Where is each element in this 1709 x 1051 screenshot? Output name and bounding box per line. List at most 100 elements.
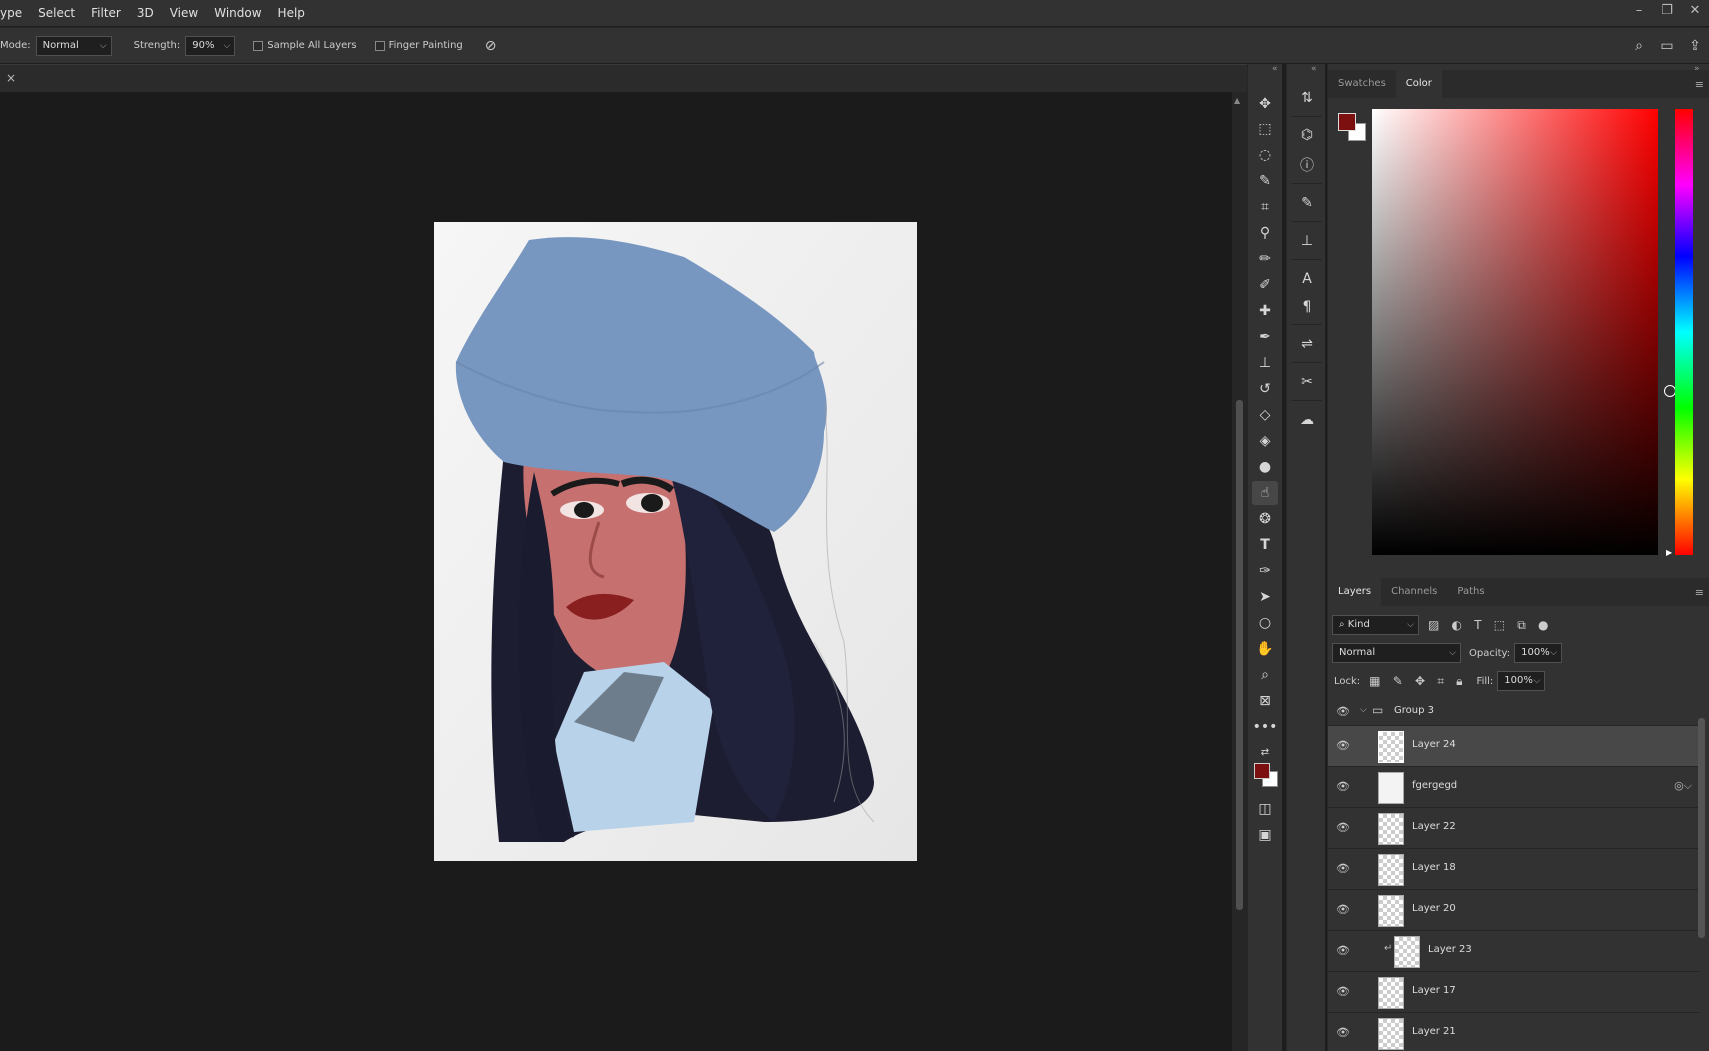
eye-icon[interactable]: 👁︎ bbox=[1336, 862, 1350, 875]
pressure-icon[interactable]: ⊘ bbox=[485, 38, 497, 54]
layer-group-row[interactable]: 👁︎ ⌵ ▭ Group 3 bbox=[1328, 698, 1700, 726]
layer-row[interactable]: 👁︎ Layer 18 bbox=[1328, 849, 1700, 890]
tab-swatches[interactable]: Swatches bbox=[1328, 70, 1396, 98]
eye-icon[interactable]: 👁︎ bbox=[1336, 780, 1350, 793]
menu-window[interactable]: Window bbox=[206, 0, 269, 26]
screen-mode-icon[interactable]: ▣ bbox=[1252, 823, 1278, 847]
zoom-icon[interactable]: ⌕ bbox=[1252, 663, 1278, 687]
swap-colors-icon[interactable]: ⇄ bbox=[1252, 740, 1278, 764]
collapse-arrows-icon[interactable]: « bbox=[1311, 64, 1317, 74]
sample-all-layers-checkbox[interactable] bbox=[253, 40, 264, 51]
tab-color[interactable]: Color bbox=[1395, 70, 1442, 98]
type-icon[interactable]: T bbox=[1252, 533, 1278, 557]
healing-icon[interactable]: ✚ bbox=[1252, 299, 1278, 323]
scrollbar-thumb[interactable] bbox=[1698, 718, 1705, 938]
search-icon[interactable]: ⌕ bbox=[1625, 38, 1653, 54]
bucket-icon[interactable]: ◈ bbox=[1252, 429, 1278, 453]
quick-select-icon[interactable]: ✎ bbox=[1252, 169, 1278, 193]
filter-type-icon[interactable]: T bbox=[1474, 618, 1481, 632]
history-brush-icon[interactable]: ↺ bbox=[1252, 377, 1278, 401]
lock-artboard-icon[interactable]: ⌗ bbox=[1437, 674, 1444, 688]
brush-settings-icon[interactable]: ✎ bbox=[1295, 191, 1319, 215]
blur-icon[interactable]: ● bbox=[1252, 455, 1278, 479]
stamp-icon[interactable]: ⊥ bbox=[1252, 351, 1278, 375]
mixer-brush-icon[interactable]: ✒ bbox=[1252, 325, 1278, 349]
filter-toggle-icon[interactable]: ● bbox=[1538, 618, 1548, 632]
smudge-icon[interactable]: ☝ bbox=[1252, 481, 1278, 505]
collapse-arrows-icon[interactable]: « bbox=[1272, 64, 1278, 74]
ellipse-icon[interactable]: ○ bbox=[1252, 611, 1278, 635]
restore-button[interactable]: ❐ bbox=[1653, 0, 1681, 26]
info-icon[interactable]: ⓘ bbox=[1295, 153, 1319, 177]
smart-filter-icon[interactable]: ◎⌵ bbox=[1674, 779, 1692, 793]
scroll-up-icon[interactable]: ▲ bbox=[1234, 96, 1240, 105]
marquee-icon[interactable]: ⬚ bbox=[1252, 117, 1278, 141]
quick-mask-icon[interactable]: ◫ bbox=[1252, 797, 1278, 821]
mode-dropdown[interactable]: Normal ⌵ bbox=[35, 35, 112, 56]
filter-smart-object-icon[interactable]: ⧉ bbox=[1517, 618, 1526, 632]
canvas-vertical-scrollbar[interactable]: ▲ bbox=[1232, 92, 1247, 1051]
adjustments-icon[interactable]: ⇌ bbox=[1295, 332, 1319, 356]
panel-menu-icon[interactable]: ≡ bbox=[1695, 78, 1704, 91]
layer-row[interactable]: 👁︎ Layer 24 bbox=[1328, 726, 1700, 767]
hue-slider[interactable] bbox=[1675, 109, 1693, 555]
blend-mode-dropdown[interactable]: Normal ⌵ bbox=[1332, 643, 1461, 663]
strength-field[interactable]: 90% ⌵ bbox=[185, 35, 236, 56]
hue-slider-marker[interactable]: ▶ bbox=[1666, 548, 1672, 557]
pencil-icon[interactable]: ✐ bbox=[1252, 273, 1278, 297]
layers-scrollbar[interactable] bbox=[1697, 706, 1706, 1006]
foreground-color-swatch[interactable] bbox=[1254, 763, 1270, 779]
lock-image-icon[interactable]: ✎ bbox=[1393, 674, 1403, 688]
color-picker-field[interactable] bbox=[1372, 109, 1676, 555]
tab-channels[interactable]: Channels bbox=[1381, 578, 1447, 606]
close-button[interactable]: ✕ bbox=[1681, 0, 1709, 26]
frame-icon[interactable]: ⊠ bbox=[1252, 689, 1278, 713]
eye-icon[interactable]: 👁︎ bbox=[1336, 739, 1350, 752]
libraries-icon[interactable]: ☁ bbox=[1295, 408, 1319, 432]
menu-help[interactable]: Help bbox=[270, 0, 313, 26]
menu-filter[interactable]: Filter bbox=[83, 0, 129, 26]
paragraph-icon[interactable]: ¶ bbox=[1295, 295, 1319, 319]
menu-view[interactable]: View bbox=[162, 0, 206, 26]
finger-painting-checkbox[interactable] bbox=[374, 40, 385, 51]
layer-filter-dropdown[interactable]: ⌕ Kind ⌵ bbox=[1332, 615, 1419, 635]
layer-row[interactable]: 👁︎ Layer 21 bbox=[1328, 1013, 1700, 1051]
menu-type[interactable]: ype bbox=[0, 0, 30, 26]
eye-icon[interactable]: 👁︎ bbox=[1336, 1026, 1350, 1039]
more-icon[interactable]: ••• bbox=[1252, 715, 1278, 739]
3d-icon[interactable]: ⌬ bbox=[1295, 123, 1319, 147]
crop-icon[interactable]: ⌗ bbox=[1252, 195, 1278, 219]
opacity-field[interactable]: 100% ⌵ bbox=[1514, 643, 1563, 663]
tool-presets-icon[interactable]: ✂ bbox=[1295, 370, 1319, 394]
lock-transparent-icon[interactable]: ▦ bbox=[1369, 674, 1380, 688]
brush-icon[interactable]: ✏ bbox=[1252, 247, 1278, 271]
canvas-area[interactable] bbox=[0, 92, 1232, 1051]
share-icon[interactable]: ⇪ bbox=[1681, 38, 1709, 54]
eye-icon[interactable]: 👁︎ bbox=[1336, 903, 1350, 916]
sponge-icon[interactable]: ❂ bbox=[1252, 507, 1278, 531]
menu-3d[interactable]: 3D bbox=[129, 0, 162, 26]
workspace-icon[interactable]: ▭ bbox=[1653, 38, 1681, 54]
pen-icon[interactable]: ✑ bbox=[1252, 559, 1278, 583]
close-icon[interactable]: × bbox=[6, 71, 16, 85]
layer-row[interactable]: 👁︎ ↵ Layer 23 bbox=[1328, 931, 1700, 972]
eye-icon[interactable]: 👁︎ bbox=[1336, 944, 1350, 957]
fill-field[interactable]: 100% ⌵ bbox=[1497, 671, 1546, 691]
scrollbar-thumb[interactable] bbox=[1236, 400, 1243, 910]
menu-select[interactable]: Select bbox=[30, 0, 83, 26]
layer-row[interactable]: 👁︎ fgergegd ◎⌵ bbox=[1328, 767, 1700, 808]
eye-icon[interactable]: 👁︎ bbox=[1336, 705, 1350, 718]
hand-icon[interactable]: ✋ bbox=[1252, 637, 1278, 661]
path-select-icon[interactable]: ➤ bbox=[1252, 585, 1278, 609]
eye-icon[interactable]: 👁︎ bbox=[1336, 985, 1350, 998]
filter-pixel-icon[interactable]: ▨ bbox=[1428, 618, 1439, 632]
lock-position-icon[interactable]: ✥ bbox=[1415, 674, 1425, 688]
lock-all-icon[interactable]: 🔒︎ bbox=[1456, 674, 1462, 688]
eye-icon[interactable]: 👁︎ bbox=[1336, 821, 1350, 834]
minimize-button[interactable]: – bbox=[1625, 0, 1653, 26]
color-panel-foreground-swatch[interactable] bbox=[1338, 113, 1356, 131]
character-icon[interactable]: A bbox=[1295, 267, 1319, 291]
history-icon[interactable]: ⇅ bbox=[1295, 86, 1319, 110]
clone-source-icon[interactable]: ⊥ bbox=[1295, 229, 1319, 253]
chevron-down-icon[interactable]: ⌵ bbox=[1360, 705, 1367, 715]
